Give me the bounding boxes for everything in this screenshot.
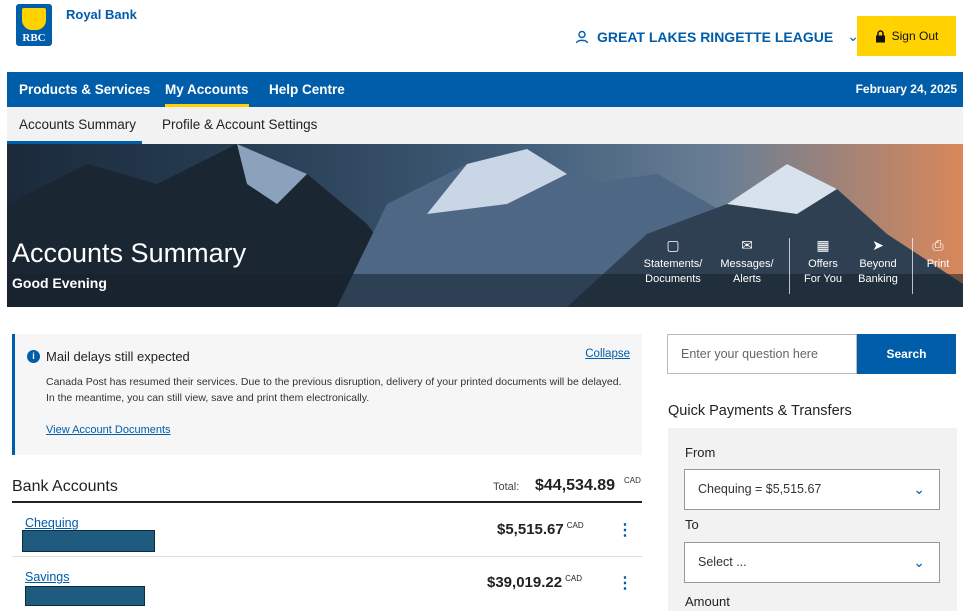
organization-switcher[interactable]: GREAT LAKES RINGETTE LEAGUE ⌄ xyxy=(575,28,859,45)
quick-link-label: Offers xyxy=(808,258,838,270)
section-divider xyxy=(12,501,642,503)
lion-shield-icon xyxy=(22,8,46,30)
quick-link-label: Messages/ xyxy=(720,258,774,270)
nav-item-my-accounts[interactable]: My Accounts xyxy=(165,72,249,107)
divider xyxy=(912,238,913,294)
sign-out-label: Sign Out xyxy=(891,29,939,43)
secondary-nav: Accounts Summary Profile & Account Setti… xyxy=(7,107,963,144)
balance-value: $5,515.67 xyxy=(497,521,564,538)
logo-text: RBC xyxy=(22,32,46,44)
top-header: RBC Royal Bank GREAT LAKES RINGETTE LEAG… xyxy=(0,0,963,72)
total-label: Total: xyxy=(493,481,520,493)
to-label: To xyxy=(685,517,699,532)
chevron-down-icon: ⌄ xyxy=(913,554,925,570)
quick-link-statements-documents[interactable]: ▢ Statements/ Documents xyxy=(642,238,704,287)
redacted-account-number xyxy=(25,586,145,606)
currency-label: CAD xyxy=(566,521,584,530)
view-account-documents-link[interactable]: View Account Documents xyxy=(46,424,171,436)
current-date: February 24, 2025 xyxy=(855,82,957,96)
row-divider xyxy=(12,556,642,557)
from-label: From xyxy=(685,445,716,460)
currency-label: CAD xyxy=(565,574,582,583)
greeting: Good Evening xyxy=(12,275,107,291)
from-account-select[interactable]: Chequing = $5,515.67 ⌄ xyxy=(684,469,940,510)
notice-title: Mail delays still expected xyxy=(46,349,190,364)
redacted-account-number xyxy=(22,530,155,552)
more-options-icon[interactable]: ⋮ xyxy=(617,520,633,540)
document-icon: ▢ xyxy=(666,237,680,253)
account-link-chequing[interactable]: Chequing xyxy=(25,516,79,530)
nav-item-help-centre[interactable]: Help Centre xyxy=(269,72,345,107)
tab-profile-account-settings[interactable]: Profile & Account Settings xyxy=(162,107,317,144)
organization-name: GREAT LAKES RINGETTE LEAGUE xyxy=(597,28,834,45)
to-account-select[interactable]: Select ... ⌄ xyxy=(684,542,940,583)
quick-link-beyond-banking[interactable]: ➤ Beyond Banking xyxy=(854,238,902,287)
account-balance: $5,515.67 CAD xyxy=(497,521,584,538)
tab-accounts-summary[interactable]: Accounts Summary xyxy=(7,107,143,144)
quick-link-messages-alerts[interactable]: ✉ Messages/ Alerts xyxy=(716,238,778,287)
mail-icon: ✉ xyxy=(741,237,753,253)
gift-icon: ▦ xyxy=(816,237,830,253)
quick-payments-heading: Quick Payments & Transfers xyxy=(668,403,852,419)
chevron-down-icon: ⌄ xyxy=(913,481,925,497)
mail-delay-notice: i Mail delays still expected Collapse Ca… xyxy=(12,334,642,455)
total-currency: CAD xyxy=(624,476,641,485)
nav-item-products-services[interactable]: Products & Services xyxy=(19,72,150,107)
quick-link-print[interactable]: ⎙ Print xyxy=(920,238,956,272)
divider xyxy=(789,238,790,294)
from-account-value: Chequing = $5,515.67 xyxy=(698,482,822,496)
more-options-icon[interactable]: ⋮ xyxy=(617,573,633,593)
quick-link-label: Documents xyxy=(645,273,701,285)
rocket-icon: ➤ xyxy=(872,237,884,253)
balance-value: $39,019.22 xyxy=(487,574,563,591)
to-account-value: Select ... xyxy=(698,555,747,569)
user-icon xyxy=(575,30,589,43)
search-button[interactable]: Search xyxy=(857,334,956,374)
amount-label: Amount xyxy=(685,594,730,609)
quick-link-label: Statements/ xyxy=(643,258,703,270)
info-icon: i xyxy=(27,350,40,363)
bank-name: Royal Bank xyxy=(66,7,137,22)
notice-body: Canada Post has resumed their services. … xyxy=(46,376,622,404)
quick-link-label: Print xyxy=(926,258,950,270)
quick-link-label: Beyond xyxy=(859,258,897,270)
account-link-savings[interactable]: Savings xyxy=(25,570,69,584)
lock-icon xyxy=(875,29,885,42)
sign-out-button[interactable]: Sign Out xyxy=(857,16,956,56)
quick-link-offers-for-you[interactable]: ▦ Offers For You xyxy=(800,238,846,287)
primary-nav: Products & Services My Accounts Help Cen… xyxy=(7,72,963,107)
rbc-logo[interactable]: RBC xyxy=(16,4,52,46)
account-balance: $39,019.22 CAD xyxy=(487,574,582,591)
search-input[interactable]: Enter your question here xyxy=(667,334,857,374)
page-title: Accounts Summary xyxy=(12,238,247,268)
quick-link-label: Banking xyxy=(858,273,898,285)
collapse-link[interactable]: Collapse xyxy=(585,348,630,360)
bank-accounts-heading: Bank Accounts xyxy=(12,478,118,495)
quick-link-label: Alerts xyxy=(732,273,762,285)
quick-link-label: For You xyxy=(804,273,842,285)
printer-icon: ⎙ xyxy=(932,237,944,253)
total-balance: $44,534.89 xyxy=(535,477,616,494)
